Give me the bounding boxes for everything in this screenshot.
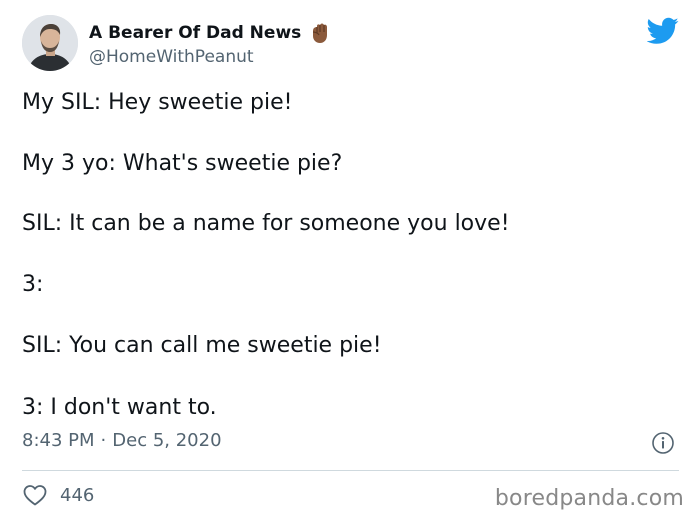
avatar-image <box>22 15 78 71</box>
like-action[interactable]: 446 <box>22 483 94 507</box>
tweet-date[interactable]: Dec 5, 2020 <box>112 430 221 451</box>
tweet-line: My 3 yo: What's sweetie pie? <box>22 151 343 176</box>
tweet-card: A Bearer Of Dad News @HomeWithPeanut My … <box>0 0 700 524</box>
tweet-line: SIL: It can be a name for someone you lo… <box>22 211 510 236</box>
divider <box>22 470 679 471</box>
twitter-bird-icon[interactable] <box>646 17 679 45</box>
tweet-line: SIL: You can call me sweetie pie! <box>22 333 382 358</box>
tweet-line: 3: I don't want to. <box>22 395 217 420</box>
watermark: boredpanda.com <box>494 486 684 511</box>
tweet-line: 3: <box>22 272 44 297</box>
author-display-name[interactable]: A Bearer Of Dad News <box>89 23 301 43</box>
raised-fist-emoji-icon <box>309 22 331 44</box>
tweet-timestamp[interactable]: 8:43 PM · Dec 5, 2020 <box>22 430 222 451</box>
tweet-time[interactable]: 8:43 PM <box>22 430 95 451</box>
tweet-line: My SIL: Hey sweetie pie! <box>22 90 293 115</box>
heart-icon[interactable] <box>22 483 48 507</box>
avatar[interactable] <box>22 15 78 71</box>
author-handle[interactable]: @HomeWithPeanut <box>89 47 254 67</box>
timestamp-separator: · <box>100 430 107 451</box>
author-name-row: A Bearer Of Dad News <box>89 22 331 44</box>
like-count: 446 <box>60 484 95 506</box>
info-icon[interactable] <box>651 431 675 455</box>
